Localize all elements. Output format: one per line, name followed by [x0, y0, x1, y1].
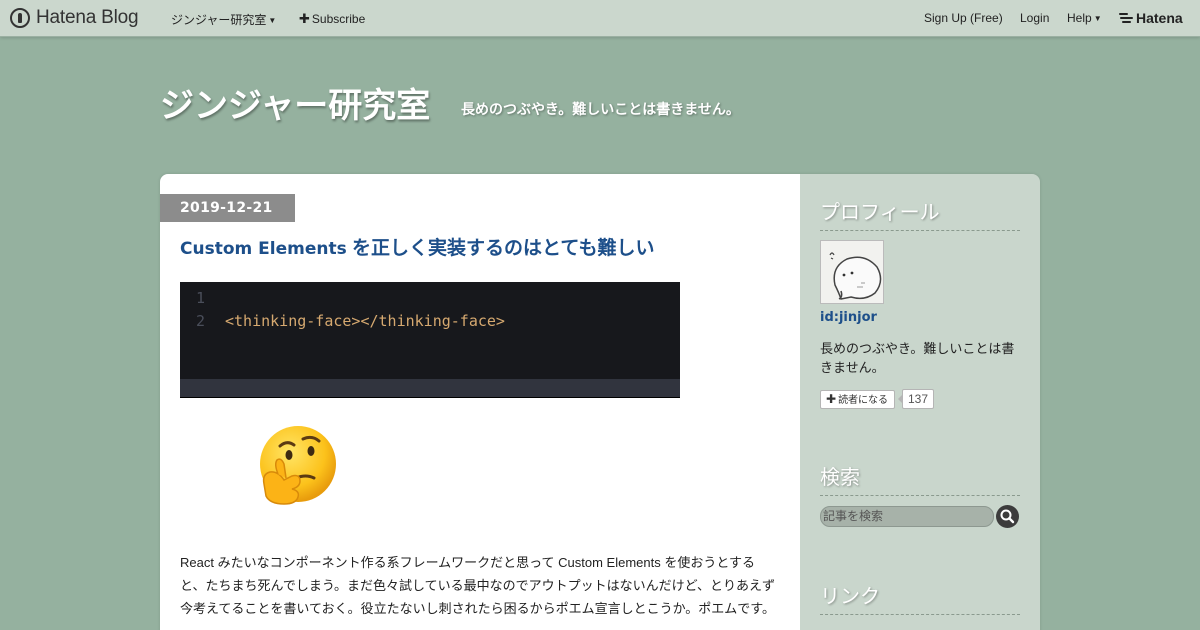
hatena-logo-icon	[1119, 12, 1133, 24]
line-number: 2	[196, 312, 206, 330]
subscribe-link[interactable]: ✚ Subscribe	[299, 11, 365, 27]
caret-down-icon: ▼	[268, 16, 277, 25]
hatena-blog-logo-text: Hatena Blog	[36, 7, 139, 28]
entry-body: React みたいなコンポーネント作る系フレームワークだと思って Custom …	[180, 555, 776, 616]
avatar-image	[821, 241, 883, 303]
profile-heading: プロフィール	[820, 196, 1020, 231]
line-number: 1	[196, 289, 206, 307]
plus-icon: ✚	[826, 392, 837, 406]
subscriber-count[interactable]: 137	[897, 389, 935, 409]
hatena-logo-text: Hatena	[1136, 10, 1183, 26]
blog-menu-dropdown[interactable]: ジンジャー研究室 ▼	[171, 11, 276, 28]
code-scrollbar[interactable]	[180, 379, 680, 397]
help-label: Help	[1067, 11, 1092, 25]
content-container: 2019-12-21 Custom Elements を正しく実装するのはとても…	[160, 174, 1040, 630]
hatena-blog-logo[interactable]: Hatena Blog	[10, 7, 139, 28]
profile-user-id[interactable]: id:jinjor	[820, 310, 877, 325]
search-heading: 検索	[820, 461, 1020, 496]
entry-title[interactable]: Custom Elements を正しく実装するのはとても難しい	[180, 233, 654, 260]
global-header: Hatena Blog ジンジャー研究室 ▼ ✚ Subscribe Sign Up…	[0, 0, 1200, 37]
entry-date[interactable]: 2019-12-21	[160, 194, 295, 222]
entry-title-en: Custom Elements	[180, 239, 347, 259]
blog-title[interactable]: ジンジャー研究室	[160, 78, 430, 127]
help-dropdown[interactable]: Help ▼	[1067, 11, 1102, 25]
code-block: 1 2 <thinking-face></thinking-face>	[180, 282, 680, 398]
thinking-face-icon	[260, 426, 336, 505]
signup-link[interactable]: Sign Up (Free)	[924, 11, 1003, 25]
profile-description: 長めのつぶやき。難しいことは書きません。	[820, 341, 1015, 375]
hatena-blog-logo-icon	[10, 8, 30, 28]
search-icon	[1000, 509, 1015, 524]
links-heading: リンク	[820, 580, 1020, 615]
search-button[interactable]	[996, 505, 1019, 528]
blog-menu-label: ジンジャー研究室	[171, 13, 267, 27]
login-link[interactable]: Login	[1020, 11, 1049, 25]
search-input[interactable]: 記事を検索	[820, 506, 994, 527]
avatar[interactable]	[820, 240, 884, 304]
subscribe-label: Subscribe	[311, 12, 366, 26]
code-text: <thinking-face></thinking-face>	[225, 312, 505, 330]
hatena-logo[interactable]: Hatena	[1119, 10, 1183, 26]
plus-icon: ✚	[299, 11, 310, 26]
sidebar: プロフィール id:jinjor 長めのつぶやき。難しいことは書きません。 ✚ 読…	[800, 174, 1040, 630]
subscribe-button-label: 読者になる	[838, 395, 889, 406]
subscribe-button[interactable]: ✚ 読者になる	[820, 390, 896, 409]
caret-down-icon: ▼	[1093, 14, 1102, 23]
main-column: 2019-12-21 Custom Elements を正しく実装するのはとても…	[160, 174, 800, 630]
entry-title-ja: を正しく実装するのはとても難しい	[346, 238, 655, 259]
blog-description: 長めのつぶやき。難しいことは書きません。	[461, 101, 740, 117]
